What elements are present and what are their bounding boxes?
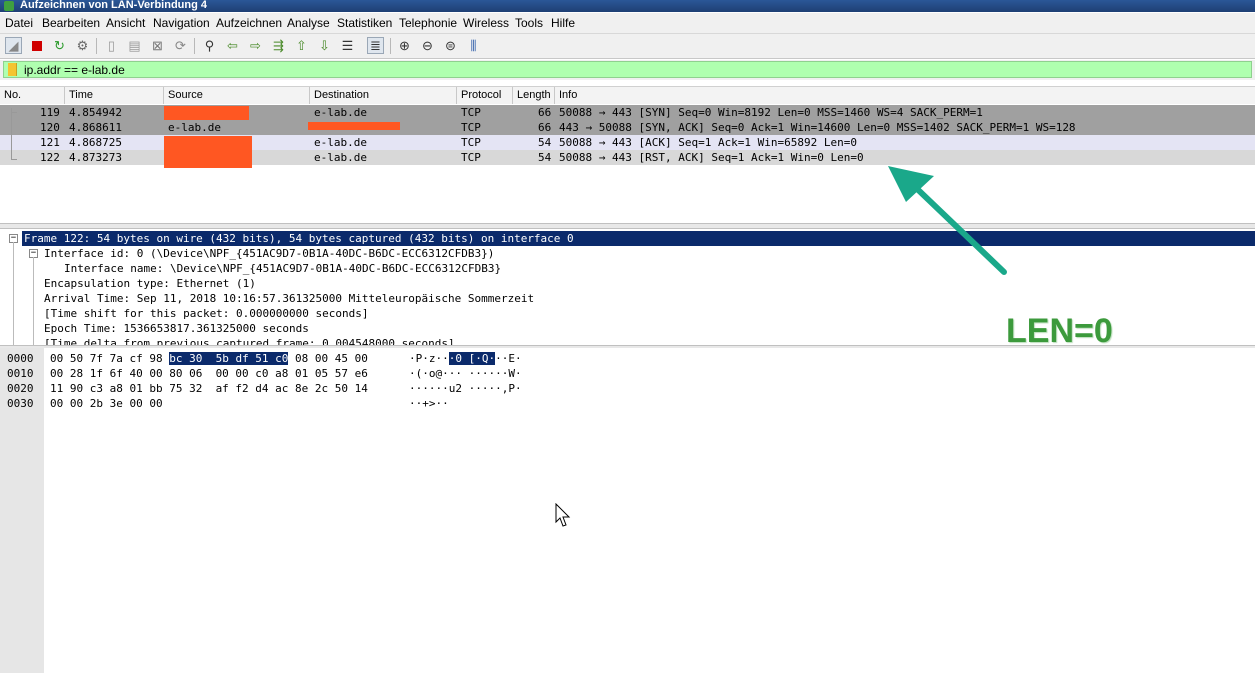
annotation-label: LEN=0 (1006, 312, 1113, 350)
mouse-cursor-icon (555, 503, 571, 527)
